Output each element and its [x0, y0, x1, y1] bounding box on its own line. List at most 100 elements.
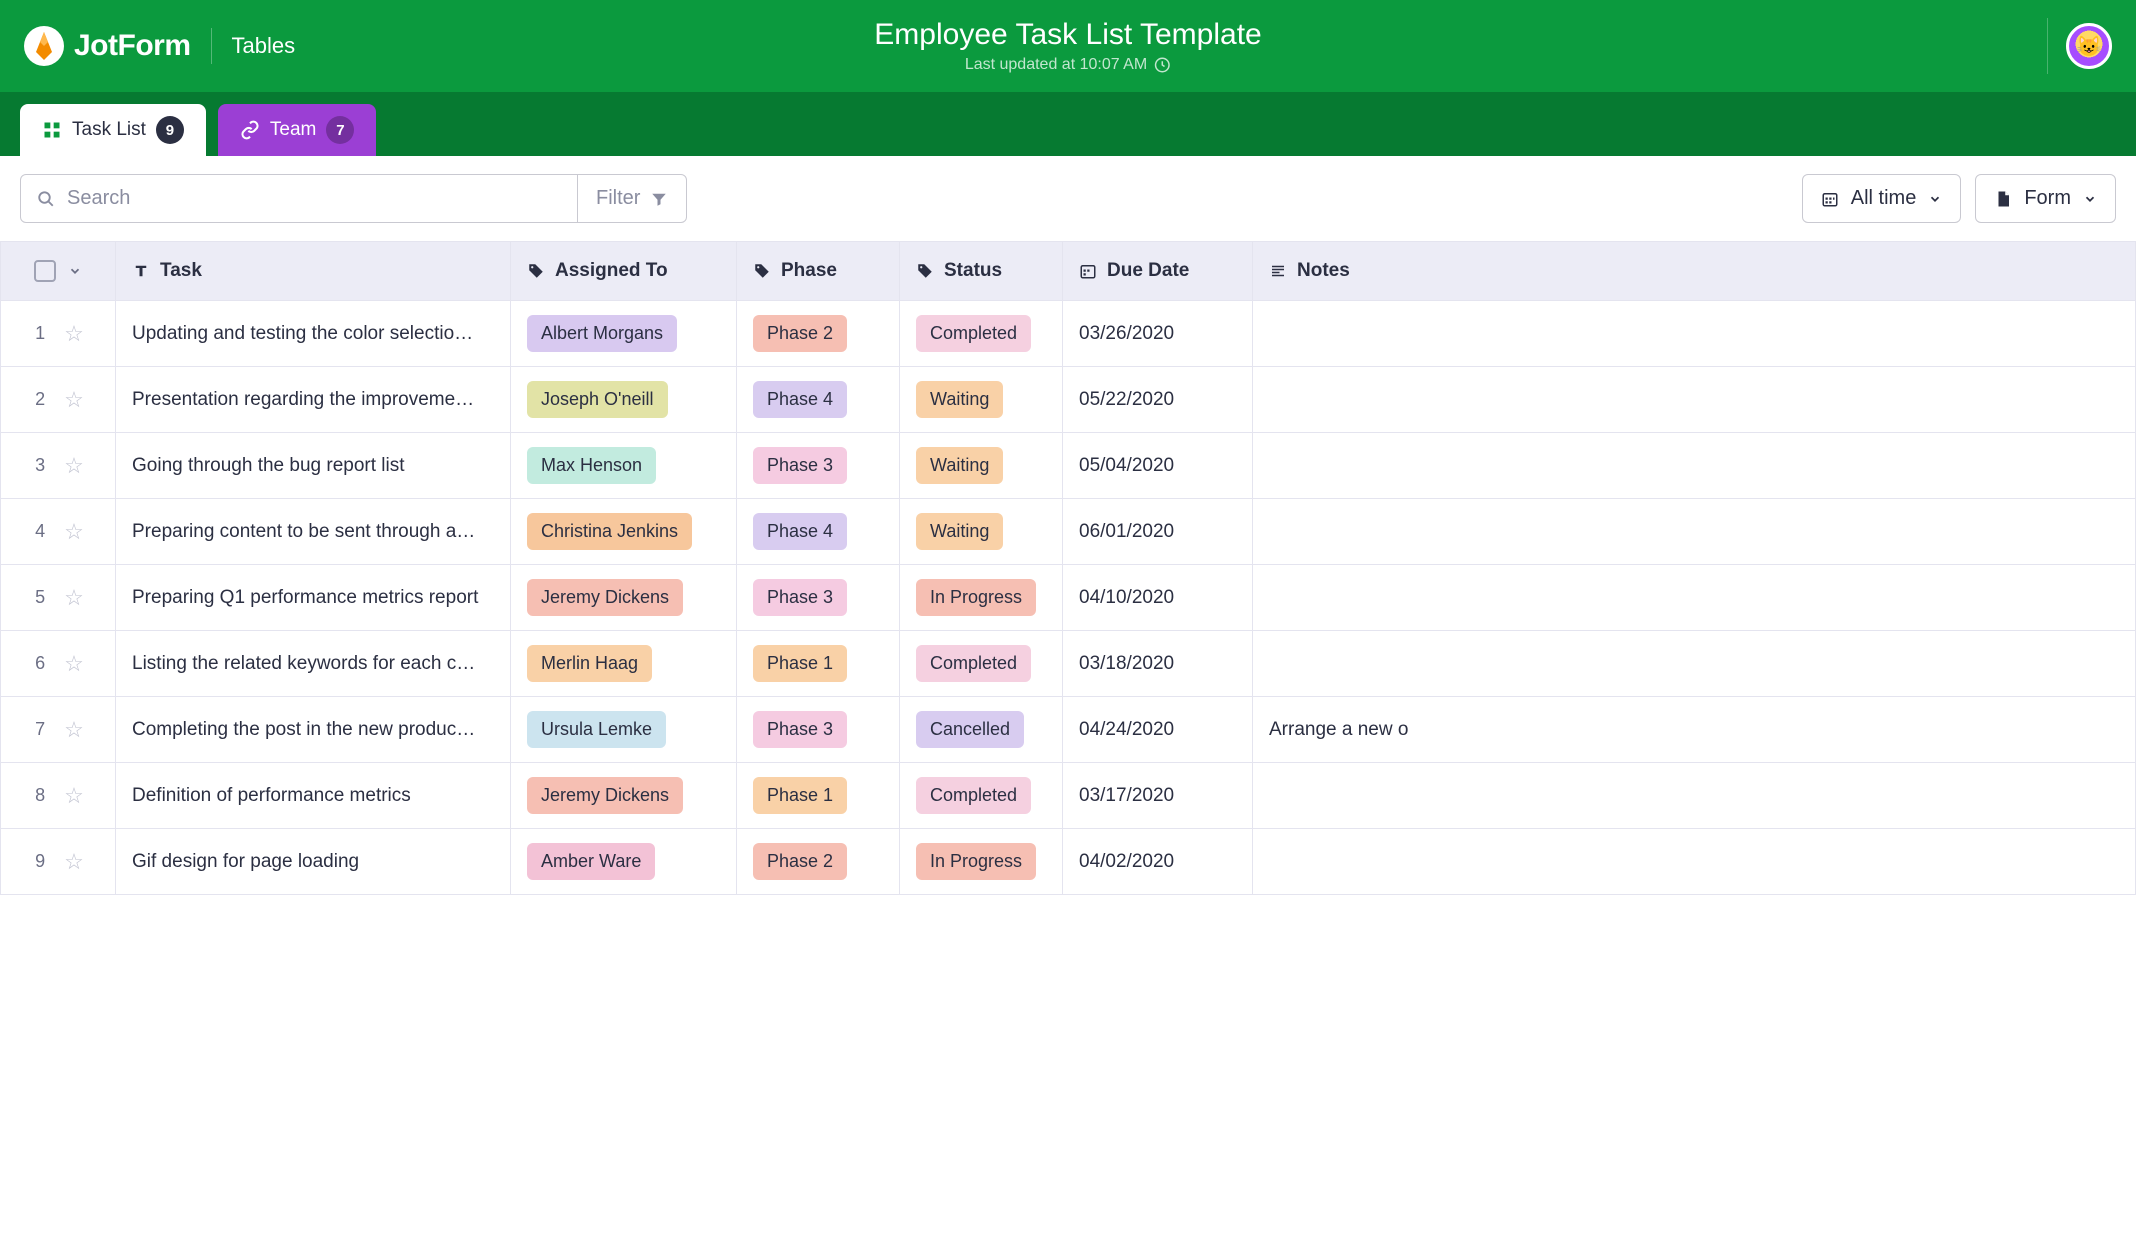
- header-phase[interactable]: Phase: [737, 242, 900, 301]
- section-label[interactable]: Tables: [232, 33, 296, 59]
- header-status[interactable]: Status: [900, 242, 1063, 301]
- table-row[interactable]: 9 ☆ Gif design for page loadingAmber War…: [1, 829, 2136, 895]
- phase-cell[interactable]: Phase 2: [737, 301, 900, 367]
- notes-cell[interactable]: [1253, 367, 2136, 433]
- chevron-down-icon[interactable]: [68, 264, 82, 278]
- table-row[interactable]: 3 ☆ Going through the bug report listMax…: [1, 433, 2136, 499]
- phase-cell[interactable]: Phase 4: [737, 499, 900, 565]
- phase-cell[interactable]: Phase 4: [737, 367, 900, 433]
- notes-cell[interactable]: [1253, 631, 2136, 697]
- assigned-tag[interactable]: Jeremy Dickens: [527, 579, 683, 616]
- due-cell[interactable]: 04/10/2020: [1063, 565, 1253, 631]
- table-row[interactable]: 4 ☆ Preparing content to be sent through…: [1, 499, 2136, 565]
- assigned-tag[interactable]: Joseph O'neill: [527, 381, 668, 418]
- brand-logo[interactable]: JotForm: [24, 26, 191, 66]
- due-cell[interactable]: 04/02/2020: [1063, 829, 1253, 895]
- star-icon[interactable]: ☆: [64, 519, 84, 545]
- status-cell[interactable]: Cancelled: [900, 697, 1063, 763]
- select-all-checkbox[interactable]: [34, 260, 56, 282]
- assigned-cell[interactable]: Christina Jenkins: [511, 499, 737, 565]
- notes-cell[interactable]: [1253, 763, 2136, 829]
- table-row[interactable]: 1 ☆ Updating and testing the color selec…: [1, 301, 2136, 367]
- status-tag[interactable]: Waiting: [916, 513, 1003, 550]
- assigned-cell[interactable]: Amber Ware: [511, 829, 737, 895]
- notes-cell[interactable]: [1253, 499, 2136, 565]
- due-cell[interactable]: 03/26/2020: [1063, 301, 1253, 367]
- status-tag[interactable]: In Progress: [916, 843, 1036, 880]
- notes-cell[interactable]: [1253, 565, 2136, 631]
- assigned-tag[interactable]: Christina Jenkins: [527, 513, 692, 550]
- time-range-button[interactable]: All time: [1802, 174, 1962, 223]
- status-cell[interactable]: Waiting: [900, 367, 1063, 433]
- notes-cell[interactable]: [1253, 829, 2136, 895]
- table-row[interactable]: 7 ☆ Completing the post in the new produ…: [1, 697, 2136, 763]
- status-cell[interactable]: Completed: [900, 763, 1063, 829]
- notes-cell[interactable]: [1253, 301, 2136, 367]
- due-cell[interactable]: 05/04/2020: [1063, 433, 1253, 499]
- assigned-tag[interactable]: Ursula Lemke: [527, 711, 666, 748]
- table-row[interactable]: 5 ☆ Preparing Q1 performance metrics rep…: [1, 565, 2136, 631]
- search-input-wrap[interactable]: [21, 175, 577, 222]
- status-cell[interactable]: Completed: [900, 631, 1063, 697]
- star-icon[interactable]: ☆: [64, 387, 84, 413]
- search-field[interactable]: [67, 187, 561, 210]
- phase-cell[interactable]: Phase 3: [737, 565, 900, 631]
- assigned-cell[interactable]: Jeremy Dickens: [511, 763, 737, 829]
- phase-tag[interactable]: Phase 3: [753, 711, 847, 748]
- assigned-tag[interactable]: Albert Morgans: [527, 315, 677, 352]
- star-icon[interactable]: ☆: [64, 585, 84, 611]
- phase-cell[interactable]: Phase 3: [737, 697, 900, 763]
- phase-cell[interactable]: Phase 1: [737, 631, 900, 697]
- header-due[interactable]: Due Date: [1063, 242, 1253, 301]
- tab-team[interactable]: Team 7: [218, 104, 376, 156]
- header-notes[interactable]: Notes: [1253, 242, 2136, 301]
- phase-cell[interactable]: Phase 3: [737, 433, 900, 499]
- status-cell[interactable]: In Progress: [900, 565, 1063, 631]
- phase-tag[interactable]: Phase 4: [753, 381, 847, 418]
- assigned-cell[interactable]: Max Henson: [511, 433, 737, 499]
- page-title[interactable]: Employee Task List Template: [874, 18, 1261, 52]
- phase-tag[interactable]: Phase 1: [753, 777, 847, 814]
- form-button[interactable]: Form: [1975, 174, 2116, 223]
- status-tag[interactable]: Completed: [916, 645, 1031, 682]
- star-icon[interactable]: ☆: [64, 717, 84, 743]
- status-cell[interactable]: Completed: [900, 301, 1063, 367]
- star-icon[interactable]: ☆: [64, 783, 84, 809]
- table-row[interactable]: 8 ☆ Definition of performance metricsJer…: [1, 763, 2136, 829]
- status-tag[interactable]: Waiting: [916, 381, 1003, 418]
- task-cell[interactable]: Listing the related keywords for each c…: [116, 631, 511, 697]
- status-tag[interactable]: Cancelled: [916, 711, 1024, 748]
- star-icon[interactable]: ☆: [64, 651, 84, 677]
- status-cell[interactable]: Waiting: [900, 499, 1063, 565]
- assigned-tag[interactable]: Max Henson: [527, 447, 656, 484]
- phase-tag[interactable]: Phase 2: [753, 315, 847, 352]
- task-cell[interactable]: Gif design for page loading: [116, 829, 511, 895]
- phase-tag[interactable]: Phase 3: [753, 447, 847, 484]
- task-cell[interactable]: Preparing content to be sent through a…: [116, 499, 511, 565]
- task-cell[interactable]: Completing the post in the new produc…: [116, 697, 511, 763]
- notes-cell[interactable]: [1253, 433, 2136, 499]
- phase-tag[interactable]: Phase 3: [753, 579, 847, 616]
- task-cell[interactable]: Preparing Q1 performance metrics report: [116, 565, 511, 631]
- status-cell[interactable]: Waiting: [900, 433, 1063, 499]
- tab-task-list[interactable]: Task List 9: [20, 104, 206, 156]
- status-tag[interactable]: In Progress: [916, 579, 1036, 616]
- status-tag[interactable]: Waiting: [916, 447, 1003, 484]
- task-cell[interactable]: Updating and testing the color selectio…: [116, 301, 511, 367]
- star-icon[interactable]: ☆: [64, 321, 84, 347]
- assigned-tag[interactable]: Amber Ware: [527, 843, 655, 880]
- assigned-tag[interactable]: Jeremy Dickens: [527, 777, 683, 814]
- phase-tag[interactable]: Phase 4: [753, 513, 847, 550]
- assigned-cell[interactable]: Joseph O'neill: [511, 367, 737, 433]
- notes-cell[interactable]: Arrange a new o: [1253, 697, 2136, 763]
- due-cell[interactable]: 04/24/2020: [1063, 697, 1253, 763]
- due-cell[interactable]: 05/22/2020: [1063, 367, 1253, 433]
- task-cell[interactable]: Presentation regarding the improveme…: [116, 367, 511, 433]
- assigned-cell[interactable]: Merlin Haag: [511, 631, 737, 697]
- assigned-cell[interactable]: Jeremy Dickens: [511, 565, 737, 631]
- header-assigned[interactable]: Assigned To: [511, 242, 737, 301]
- star-icon[interactable]: ☆: [64, 849, 84, 875]
- phase-cell[interactable]: Phase 1: [737, 763, 900, 829]
- status-tag[interactable]: Completed: [916, 777, 1031, 814]
- task-cell[interactable]: Going through the bug report list: [116, 433, 511, 499]
